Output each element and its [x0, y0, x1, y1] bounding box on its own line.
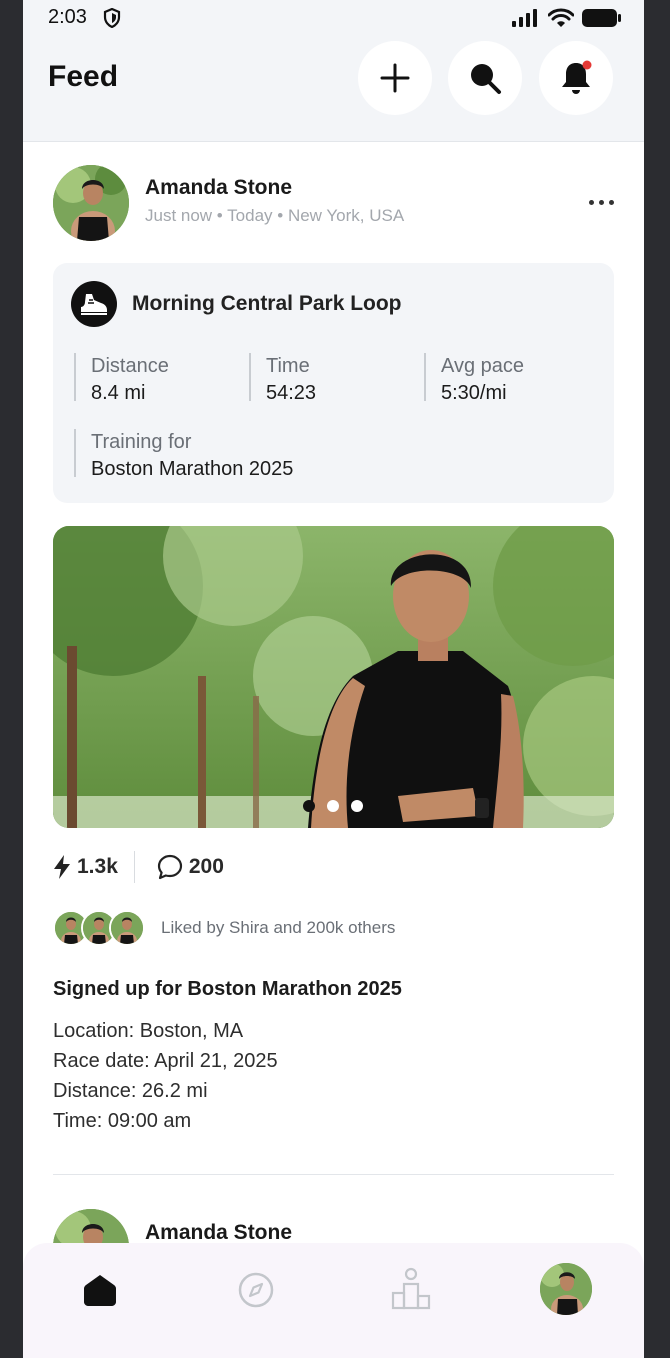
status-bar: 2:03: [23, 0, 644, 36]
leaderboard-icon: [391, 1267, 431, 1310]
running-shoe-icon: [71, 281, 117, 327]
author-name[interactable]: Amanda Stone: [145, 176, 292, 200]
avatar-photo: [540, 1263, 592, 1315]
create-post-button[interactable]: [358, 41, 432, 115]
more-options-button[interactable]: [589, 200, 614, 205]
bottom-navigation: [23, 1243, 644, 1358]
stat-training: Training for Boston Marathon 2025: [74, 429, 293, 480]
liker-avatar: [109, 910, 145, 946]
activity-title: Morning Central Park Loop: [132, 292, 402, 315]
avatar-photo: [53, 165, 129, 241]
battery-icon: [582, 9, 621, 27]
stat-label: Time: [266, 355, 310, 377]
stat-value: Boston Marathon 2025: [91, 458, 294, 480]
stat-value: 54:23: [266, 382, 317, 404]
status-time: 2:03: [48, 6, 87, 28]
phone-screen: 2:03 Feed Amanda Stone Just now • Today …: [23, 0, 644, 1358]
dot-icon: [599, 200, 604, 205]
plus-icon: [380, 63, 410, 93]
top-bar: 2:03 Feed: [23, 0, 644, 142]
stat-distance: Distance 8.4 mi: [74, 353, 169, 404]
activity-card[interactable]: Morning Central Park Loop Distance 8.4 m…: [53, 263, 614, 503]
next-author-name[interactable]: Amanda Stone: [145, 1221, 292, 1245]
stat-label: Avg pace: [441, 355, 525, 377]
post-meta: Just now • Today • New York, USA: [145, 206, 405, 225]
post-divider: [53, 1174, 614, 1175]
liked-by-row[interactable]: Liked by Shira and 200k others: [53, 910, 395, 946]
bell-icon: [562, 60, 592, 94]
nav-explore[interactable]: [237, 1271, 275, 1314]
stat-avg-pace: Avg pace 5:30/mi: [424, 353, 525, 404]
liked-by-text: Liked by Shira and 200k others: [161, 918, 396, 937]
post-detail: Distance: 26.2 mi: [53, 1080, 208, 1102]
signal-icon: [512, 9, 537, 27]
divider: [133, 851, 135, 883]
carousel-indicator[interactable]: [303, 800, 363, 812]
stat-value: 5:30/mi: [441, 382, 507, 404]
search-icon: [471, 64, 501, 94]
kudos-count: 1.3k: [77, 855, 118, 878]
wifi-icon: [548, 8, 574, 27]
stat-label: Distance: [91, 355, 169, 377]
lightning-icon: [54, 855, 70, 879]
kudos-button[interactable]: 1.3k: [53, 854, 118, 880]
shield-icon: [103, 8, 121, 28]
page-title: Feed: [48, 60, 119, 93]
nav-home[interactable]: [81, 1271, 119, 1314]
dot-icon: [589, 200, 594, 205]
comment-count: 200: [188, 855, 224, 878]
nav-profile-avatar[interactable]: [540, 1263, 592, 1315]
carousel-dot[interactable]: [351, 800, 363, 812]
author-avatar[interactable]: [53, 165, 129, 241]
home-icon: [84, 1275, 116, 1306]
post-headline: Signed up for Boston Marathon 2025: [53, 978, 402, 1000]
notifications-button[interactable]: [539, 41, 613, 115]
search-button[interactable]: [448, 41, 522, 115]
comment-bubble-icon: [157, 854, 182, 880]
post-actions: 1.3k 200: [53, 850, 224, 884]
carousel-dot[interactable]: [327, 800, 339, 812]
status-indicators: [512, 8, 622, 28]
post-detail: Time: 09:00 am: [53, 1110, 192, 1132]
photo-carousel[interactable]: [53, 526, 614, 828]
stat-label: Training for: [91, 431, 192, 453]
compass-icon: [238, 1272, 274, 1308]
post-detail: Location: Boston, MA: [53, 1020, 244, 1042]
stat-value: 8.4 mi: [91, 382, 146, 404]
post-detail: Race date: April 21, 2025: [53, 1050, 278, 1072]
nav-leaderboard[interactable]: [390, 1267, 432, 1316]
comment-button[interactable]: 200: [157, 854, 224, 880]
carousel-dot-active[interactable]: [303, 800, 315, 812]
dot-icon: [609, 200, 614, 205]
runner-photo: [53, 526, 614, 828]
stat-time: Time 54:23: [249, 353, 316, 404]
